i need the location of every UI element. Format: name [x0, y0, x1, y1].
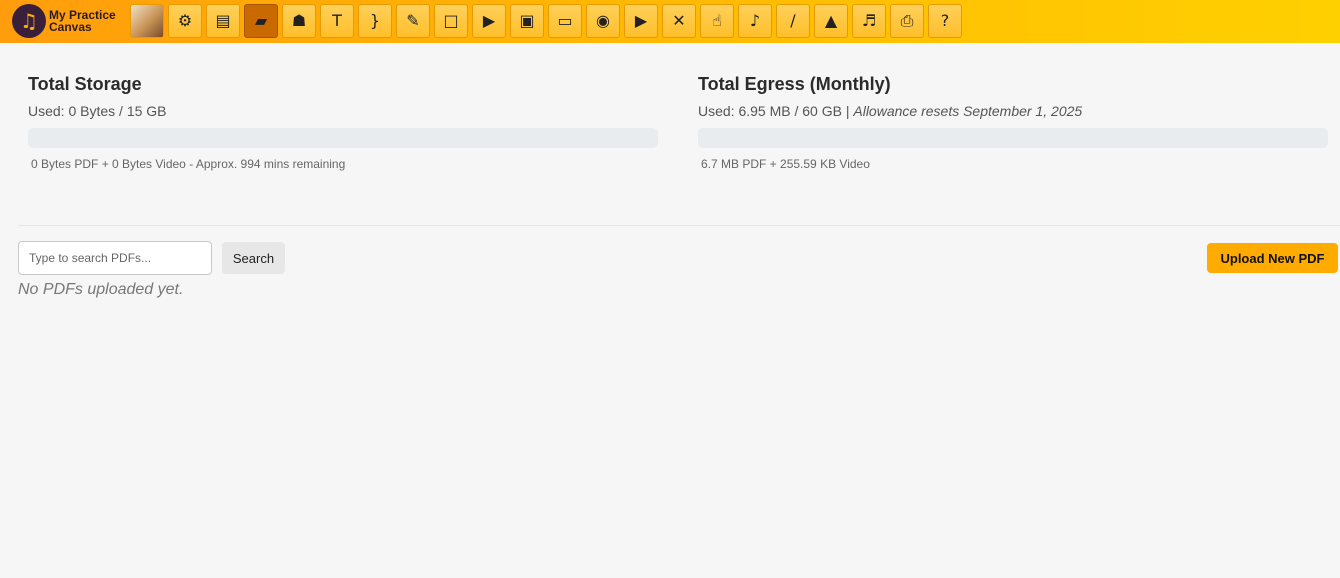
tool-button-folder[interactable]: ▰: [244, 4, 278, 38]
search-button[interactable]: Search: [222, 242, 285, 274]
projector-icon: ▣: [519, 11, 535, 30]
text-tool-icon: T: [332, 11, 342, 30]
app-name-line2: Canvas: [49, 20, 92, 34]
app-name: My Practice Canvas: [49, 9, 125, 33]
tool-button-play[interactable]: ▶: [472, 4, 506, 38]
section-divider: [18, 225, 1340, 226]
stacked-sheets-icon: ▤: [215, 11, 231, 30]
tool-button-graduate[interactable]: ☗: [282, 4, 316, 38]
tool-button-monitor[interactable]: ▭: [548, 4, 582, 38]
rectangle-tool-icon: □: [443, 11, 459, 30]
upload-pdf-button[interactable]: Upload New PDF: [1207, 243, 1338, 273]
tool-button-youtube[interactable]: ▶: [624, 4, 658, 38]
tool-button-rectangle-tool[interactable]: □: [434, 4, 468, 38]
storage-title: Total Storage: [28, 74, 142, 94]
circle-shape-icon: ◉: [596, 11, 610, 30]
tool-button-profile-photo[interactable]: [130, 4, 164, 38]
monitor-icon: ▭: [557, 11, 573, 30]
printer-icon: ⎙: [900, 11, 914, 30]
tool-button-stacked-sheets[interactable]: ▤: [206, 4, 240, 38]
tool-button-close-x[interactable]: ✕: [662, 4, 696, 38]
tool-button-music-note[interactable]: ♪: [738, 4, 772, 38]
tool-button-metronome[interactable]: ▲: [814, 4, 848, 38]
empty-list-message: No PDFs uploaded yet.: [18, 281, 184, 298]
marker-tool-icon: ✎: [406, 11, 420, 30]
youtube-icon: ▶: [634, 11, 648, 30]
storage-used-text: Used: 0 Bytes / 15 GB: [28, 103, 167, 119]
tool-button-slur-tool[interactable]: }: [358, 4, 392, 38]
tool-button-pointing-hand[interactable]: ☝: [700, 4, 734, 38]
storage-progress-bar: [28, 128, 658, 148]
close-x-icon: ✕: [672, 11, 686, 30]
play-icon: ▶: [482, 11, 496, 30]
tool-button-printer[interactable]: ⎙: [890, 4, 924, 38]
tool-button-help-question[interactable]: ?: [928, 4, 962, 38]
tool-button-marker-tool[interactable]: ✎: [396, 4, 430, 38]
help-question-icon: ?: [940, 11, 950, 30]
tool-button-text-tool[interactable]: T: [320, 4, 354, 38]
slur-tool-icon: }: [369, 11, 381, 30]
egress-title: Total Egress (Monthly): [698, 74, 891, 94]
top-toolbar: ♫ My Practice Canvas ⚙ ▤ ▰ ☗ T} ✎ □ ▶ ▣ ▭ ◉ ▶ ✕ ☝ ♪ ∕ ▲ ♬…: [0, 0, 1340, 43]
graduate-icon: ☗: [291, 11, 307, 30]
pdf-search-input[interactable]: [18, 241, 212, 275]
tool-button-guitar[interactable]: ♬: [852, 4, 886, 38]
tool-button-row: ⚙ ▤ ▰ ☗ T} ✎ □ ▶ ▣ ▭ ◉ ▶ ✕ ☝ ♪ ∕ ▲ ♬ ⎙?: [130, 4, 966, 38]
egress-panel: Total Egress (Monthly) Used: 6.95 MB / 6…: [698, 74, 1328, 171]
tool-button-brush[interactable]: ∕: [776, 4, 810, 38]
settings-gear-icon: ⚙: [177, 11, 193, 30]
storage-panel: Total Storage Used: 0 Bytes / 15 GB 0 By…: [28, 74, 658, 171]
tool-button-projector[interactable]: ▣: [510, 4, 544, 38]
music-note-icon: ♪: [749, 11, 761, 30]
egress-used-text: Used: 6.95 MB / 60 GB |: [698, 103, 854, 119]
tool-button-circle-shape[interactable]: ◉: [586, 4, 620, 38]
tool-button-settings-gear[interactable]: ⚙: [168, 4, 202, 38]
metronome-icon: ▲: [824, 11, 838, 30]
egress-progress-bar: [698, 128, 1328, 148]
app-logo[interactable]: ♫ My Practice Canvas: [12, 4, 125, 38]
egress-used-line: Used: 6.95 MB / 60 GB | Allowance resets…: [698, 103, 1328, 119]
pointing-hand-icon: ☝: [712, 11, 722, 30]
storage-detail: 0 Bytes PDF + 0 Bytes Video - Approx. 99…: [31, 157, 346, 171]
brush-icon: ∕: [790, 11, 796, 30]
music-note-logo-icon: ♫: [12, 4, 46, 38]
egress-detail: 6.7 MB PDF + 255.59 KB Video: [701, 157, 870, 171]
guitar-icon: ♬: [861, 11, 877, 30]
egress-reset-note: Allowance resets September 1, 2025: [853, 103, 1083, 119]
folder-icon: ▰: [254, 11, 268, 30]
